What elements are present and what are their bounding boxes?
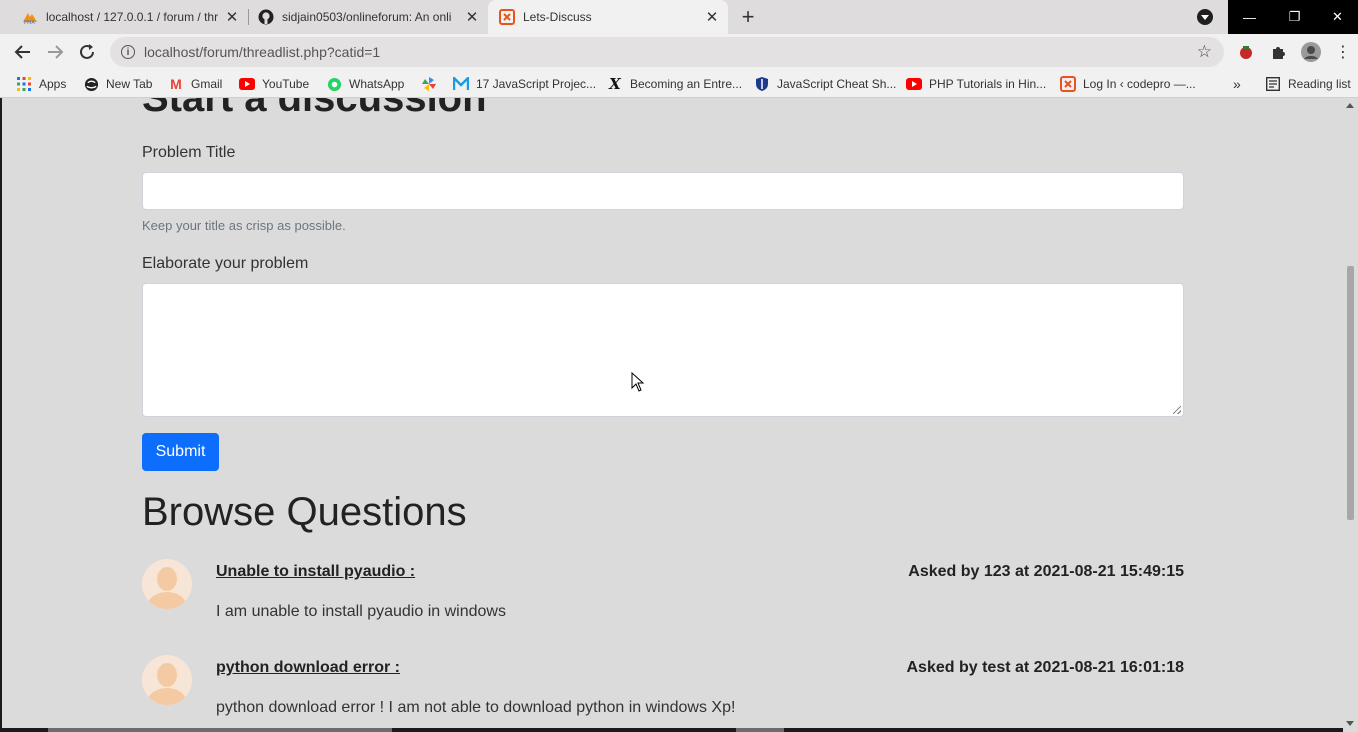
codepro-icon (499, 9, 515, 25)
question-item: Unable to install pyaudio : Asked by 123… (142, 559, 1184, 639)
tab-github[interactable]: sidjain0503/onlineforum: An onli ✕ (236, 0, 488, 34)
forward-icon[interactable] (44, 41, 66, 63)
elaborate-problem-label: Elaborate your problem (142, 255, 309, 272)
bookmark-whatsapp[interactable]: WhatsApp (326, 75, 404, 93)
x-logo-icon: X (609, 75, 621, 93)
bookmark-label: JavaScript Cheat Sh... (777, 77, 897, 91)
bookmarks-overflow-icon[interactable]: » (1233, 75, 1241, 93)
bookmark-label: Log In ‹ codepro —... (1083, 77, 1196, 91)
bookmark-codepro-login[interactable]: Log In ‹ codepro —... (1060, 75, 1196, 93)
reload-icon[interactable] (76, 41, 98, 63)
bookmark-label: YouTube (262, 77, 310, 91)
submit-button[interactable]: Submit (142, 433, 219, 471)
bookmark-star-icon[interactable]: ☆ (1197, 42, 1212, 62)
window-controls: — ❐ ✕ (1228, 0, 1358, 34)
bookmark-label: Gmail (191, 77, 223, 91)
address-url[interactable]: localhost/forum/threadlist.php?catid=1 (144, 44, 380, 60)
question-item: python download error : Asked by test at… (142, 655, 1184, 732)
globe-icon (83, 76, 99, 92)
question-title-link[interactable]: python download error : (216, 659, 400, 677)
svg-text:PMA: PMA (24, 20, 35, 25)
tab-strip: PMA localhost / 127.0.0.1 / forum / thr … (0, 0, 1358, 34)
github-icon (258, 9, 274, 25)
bookmark-apps[interactable]: Apps (16, 75, 66, 93)
medium-icon (453, 76, 469, 92)
codepro-icon (1060, 76, 1076, 92)
bookmark-label: 17 JavaScript Projec... (476, 77, 597, 91)
browser-toolbar: i localhost/forum/threadlist.php?catid=1… (0, 34, 1358, 70)
new-tab-button[interactable]: + (737, 6, 759, 28)
bookmark-php-tutorials[interactable]: PHP Tutorials in Hin... (906, 75, 1046, 93)
scroll-down-icon[interactable] (1346, 721, 1354, 726)
bookmark-label: Becoming an Entre... (630, 77, 743, 91)
bookmark-gmail[interactable]: M Gmail (168, 75, 222, 93)
address-bar[interactable]: i localhost/forum/threadlist.php?catid=1… (110, 37, 1224, 67)
bookmark-label: PHP Tutorials in Hin... (929, 77, 1047, 91)
tab-title: localhost / 127.0.0.1 / forum / thr (46, 10, 219, 24)
page-viewport: Start a discussion Problem Title Keep yo… (0, 98, 1358, 732)
reading-list[interactable]: Reading list (1265, 75, 1351, 93)
question-title-link[interactable]: Unable to install pyaudio : (216, 563, 415, 581)
tab-phpmyadmin[interactable]: PMA localhost / 127.0.0.1 / forum / thr … (0, 0, 248, 34)
user-avatar-icon (142, 655, 192, 705)
bookmark-pinwheel[interactable] (421, 75, 444, 93)
tab-title: Lets-Discuss (523, 10, 592, 24)
bookmarks-bar: Apps New Tab M Gmail YouTube WhatsApp 17… (0, 70, 1358, 98)
tab-search-icon[interactable] (1197, 9, 1213, 25)
window-edge (0, 98, 2, 732)
problem-title-help: Keep your title as crisp as possible. (142, 218, 346, 233)
question-description: python download error ! I am not able to… (216, 699, 736, 716)
reading-list-icon (1265, 76, 1281, 92)
problem-description-textarea[interactable] (142, 283, 1184, 417)
user-avatar-icon (142, 559, 192, 609)
whatsapp-icon (326, 76, 342, 92)
restore-icon[interactable]: ❐ (1273, 0, 1316, 34)
reading-list-label: Reading list (1288, 77, 1351, 91)
close-icon[interactable]: ✕ (464, 9, 480, 26)
bookmark-youtube[interactable]: YouTube (239, 75, 309, 93)
site-info-icon[interactable]: i (121, 45, 135, 59)
menu-kebab-icon[interactable]: ⋮ (1333, 42, 1353, 62)
bookmark-label: WhatsApp (349, 77, 405, 91)
phpmyadmin-icon: PMA (22, 9, 38, 26)
puzzle-extensions-icon[interactable] (1268, 42, 1288, 62)
extension-icon[interactable] (1236, 42, 1256, 62)
question-meta: Asked by 123 at 2021-08-21 15:49:15 (908, 563, 1184, 580)
start-discussion-heading: Start a discussion (142, 98, 487, 120)
close-window-icon[interactable]: ✕ (1316, 0, 1358, 34)
youtube-icon (906, 76, 922, 92)
apps-grid-icon (16, 76, 32, 92)
problem-title-input[interactable] (142, 172, 1184, 210)
vertical-scrollbar[interactable] (1343, 98, 1358, 732)
shield-icon (754, 76, 770, 92)
question-meta: Asked by test at 2021-08-21 16:01:18 (906, 659, 1185, 676)
minimize-icon[interactable]: — (1228, 0, 1271, 34)
taskbar-edge (0, 728, 1343, 732)
bookmark-label: New Tab (106, 77, 153, 91)
gmail-icon: M (170, 76, 182, 92)
bookmark-becoming-entrepreneur[interactable]: X Becoming an Entre... (607, 75, 742, 93)
bookmark-javascript-cheat-sheet[interactable]: JavaScript Cheat Sh... (754, 75, 896, 93)
browse-questions-heading: Browse Questions (142, 490, 467, 534)
back-icon[interactable] (12, 41, 34, 63)
close-icon[interactable]: ✕ (704, 9, 720, 26)
bookmark-javascript-projects[interactable]: 17 JavaScript Projec... (453, 75, 596, 93)
tab-lets-discuss[interactable]: Lets-Discuss ✕ (488, 0, 728, 34)
profile-avatar-icon[interactable] (1301, 42, 1321, 62)
resize-handle-icon[interactable] (1173, 406, 1181, 414)
pinwheel-icon (421, 76, 437, 92)
bookmark-label: Apps (39, 77, 67, 91)
scroll-up-icon[interactable] (1346, 103, 1354, 108)
bookmark-new-tab[interactable]: New Tab (83, 75, 152, 93)
problem-title-label: Problem Title (142, 144, 236, 161)
youtube-icon (239, 76, 255, 92)
tab-title: sidjain0503/onlineforum: An onli (282, 10, 452, 24)
question-description: I am unable to install pyaudio in window… (216, 603, 506, 620)
scrollbar-thumb[interactable] (1347, 266, 1354, 520)
